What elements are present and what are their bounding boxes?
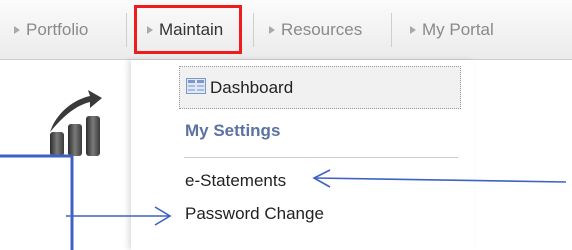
caret-right-icon (410, 26, 416, 34)
tab-my-portal[interactable]: My Portal (410, 0, 494, 60)
tab-label: Resources (281, 20, 363, 39)
section-divider (184, 157, 458, 158)
tab-resources[interactable]: Resources (269, 0, 362, 60)
menu-item-label: Dashboard (210, 77, 294, 97)
nav-divider (126, 13, 127, 47)
dashboard-icon (186, 77, 206, 94)
tab-label: Portfolio (26, 20, 89, 39)
bar-chart-arrow-icon (50, 90, 102, 156)
main-nav-bar: Portfolio Maintain Resources My Portal (0, 0, 572, 60)
my-settings-heading: My Settings (185, 121, 281, 140)
caret-right-icon (147, 26, 153, 34)
caret-right-icon (14, 26, 20, 34)
annotation-bracket (0, 154, 74, 250)
tab-label: My Portal (422, 20, 494, 39)
menu-item-password-change[interactable]: Password Change (185, 204, 324, 224)
tab-portfolio[interactable]: Portfolio (14, 0, 88, 60)
nav-divider (391, 13, 392, 47)
menu-item-e-statements[interactable]: e-Statements (185, 171, 286, 191)
nav-divider (253, 13, 254, 47)
caret-right-icon (269, 26, 275, 34)
tab-label: Maintain (159, 20, 224, 39)
tab-maintain[interactable]: Maintain (147, 0, 223, 60)
menu-item-dashboard[interactable]: Dashboard (179, 66, 461, 109)
